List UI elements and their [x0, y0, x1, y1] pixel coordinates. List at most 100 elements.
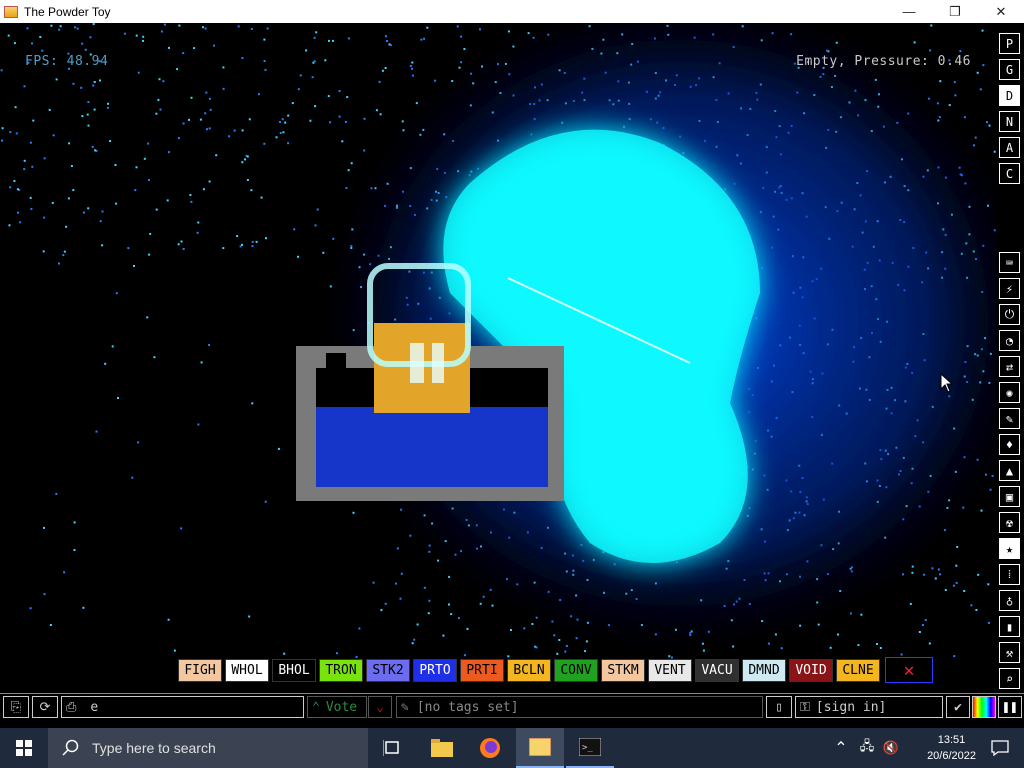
gas-particle [970, 604, 973, 607]
gas-particle [450, 613, 453, 616]
pause-menu-button-p[interactable]: P [999, 33, 1020, 54]
keyboard-icon[interactable]: ⌨ [999, 252, 1020, 273]
vote-up-button[interactable]: ⌃ Vote [307, 696, 367, 718]
new-simulation-icon[interactable]: ▯ [766, 696, 792, 718]
gas-particle [918, 631, 921, 633]
gas-particle [86, 113, 89, 116]
star-icon[interactable]: ★ [999, 538, 1020, 559]
sign-in-button[interactable]: ⚿ [sign in] [795, 696, 943, 718]
notifications-icon[interactable] [976, 728, 1024, 768]
gas-particle [314, 105, 317, 108]
gas-particle [107, 102, 110, 105]
powder-toy-taskbar-icon[interactable] [516, 728, 564, 768]
tray-chevron-icon[interactable]: ⌃ [830, 728, 852, 768]
element-button-tron[interactable]: TRON [319, 659, 363, 682]
gas-particle [202, 26, 204, 29]
element-button-void[interactable]: VOID [789, 659, 833, 682]
gas-particle [981, 29, 984, 32]
menu-button-a[interactable]: A [999, 137, 1020, 158]
tags-field[interactable]: ✎ [no tags set] [396, 696, 763, 718]
gas-particle [954, 94, 957, 97]
element-button-figh[interactable]: FIGH [178, 659, 222, 682]
menu-button-g[interactable]: G [999, 59, 1020, 80]
gas-particle [930, 24, 933, 27]
menu-button-c[interactable]: C [999, 163, 1020, 184]
element-button-whol[interactable]: WHOL [225, 659, 269, 682]
gas-particle [73, 549, 76, 551]
terminal-icon[interactable]: >_ [566, 728, 614, 768]
gauge-icon[interactable]: ◔ [999, 330, 1020, 351]
box-icon[interactable]: ▣ [999, 486, 1020, 507]
gas-particle [180, 240, 183, 243]
element-button-stk2[interactable]: STK2 [366, 659, 410, 682]
file-explorer-icon[interactable] [418, 728, 466, 768]
task-view-icon[interactable] [368, 728, 416, 768]
clock[interactable]: 13:51 20/6/2022 [927, 732, 976, 764]
gas-particle [265, 237, 267, 240]
close-element-menu-icon[interactable]: ✕ [885, 657, 933, 683]
search-icon [62, 739, 79, 756]
pause-icon[interactable]: ❚❚ [998, 696, 1022, 718]
element-button-bcln[interactable]: BCLN [507, 659, 551, 682]
maximize-button[interactable]: ❐ [932, 0, 978, 23]
menu-button-d[interactable]: D [999, 85, 1020, 106]
element-button-dmnd[interactable]: DMND [742, 659, 786, 682]
close-button[interactable]: ✕ [978, 0, 1024, 23]
gas-particle [43, 593, 46, 596]
gas-particle [358, 627, 361, 630]
gas-particle [241, 161, 244, 164]
bulb-icon[interactable]: ♁ [999, 590, 1020, 611]
gas-particle [939, 573, 941, 576]
simulation-canvas[interactable]: FPS: 48.94 Empty, Pressure: 0.46 [0, 23, 996, 687]
menu-button-n[interactable]: N [999, 111, 1020, 132]
radiation-icon[interactable]: ☢ [999, 512, 1020, 533]
element-button-prto[interactable]: PRTO [413, 659, 457, 682]
element-button-bhol[interactable]: BHOL [272, 659, 316, 682]
vote-down-button[interactable]: ⌄ [368, 696, 392, 718]
element-button-prti[interactable]: PRTI [460, 659, 504, 682]
taskbar-search-box[interactable]: Type here to search [48, 728, 368, 768]
hammer-icon[interactable]: ⚒ [999, 642, 1020, 663]
brush-icon[interactable]: ✎ [999, 408, 1020, 429]
bookmark-icon[interactable]: ▮ [999, 616, 1020, 637]
gas-particle [157, 98, 160, 101]
gas-particle [396, 547, 399, 550]
sparkle-icon[interactable]: ✺ [999, 382, 1020, 403]
gas-particle [87, 124, 90, 127]
start-button[interactable] [0, 728, 48, 768]
element-button-vent[interactable]: VENT [648, 659, 692, 682]
firefox-icon[interactable] [466, 728, 514, 768]
settings-icon[interactable]: ✔ [946, 696, 970, 718]
plug-icon[interactable]: ⚡ [999, 278, 1020, 299]
dots-icon[interactable]: ⁞ [999, 564, 1020, 585]
element-button-conv[interactable]: CONV [554, 659, 598, 682]
minimize-button[interactable]: — [886, 0, 932, 23]
gas-particle [385, 35, 387, 38]
element-button-stkm[interactable]: STKM [601, 659, 645, 682]
save-name-field[interactable]: ⎙ e [61, 696, 304, 718]
gas-particle [284, 121, 287, 124]
power-icon[interactable]: ⏻ [999, 304, 1020, 325]
gas-particle [58, 262, 60, 265]
element-button-clne[interactable]: CLNE [836, 659, 880, 682]
open-save-icon[interactable]: ⎘ [3, 696, 29, 718]
gas-particle [176, 68, 179, 71]
gas-particle [287, 142, 290, 145]
element-button-vacu[interactable]: VACU [695, 659, 739, 682]
gas-particle [190, 96, 193, 99]
gas-particle [68, 142, 71, 145]
arrows-icon[interactable]: ⇄ [999, 356, 1020, 377]
network-icon[interactable]: 🖧 [856, 728, 878, 768]
gas-particle [375, 109, 378, 112]
volume-muted-icon[interactable]: 🔇 [880, 728, 902, 768]
gas-particle [246, 155, 249, 158]
gas-particle [222, 87, 225, 90]
reload-icon[interactable]: ⟳ [32, 696, 58, 718]
drop-icon[interactable]: ♦ [999, 434, 1020, 455]
flask-icon[interactable]: ▲ [999, 460, 1020, 481]
search-icon[interactable]: ⌕ [999, 668, 1020, 689]
gas-particle [143, 157, 146, 160]
render-options-icon[interactable] [972, 696, 996, 718]
gas-particle [41, 49, 44, 52]
gas-particle [81, 115, 84, 118]
